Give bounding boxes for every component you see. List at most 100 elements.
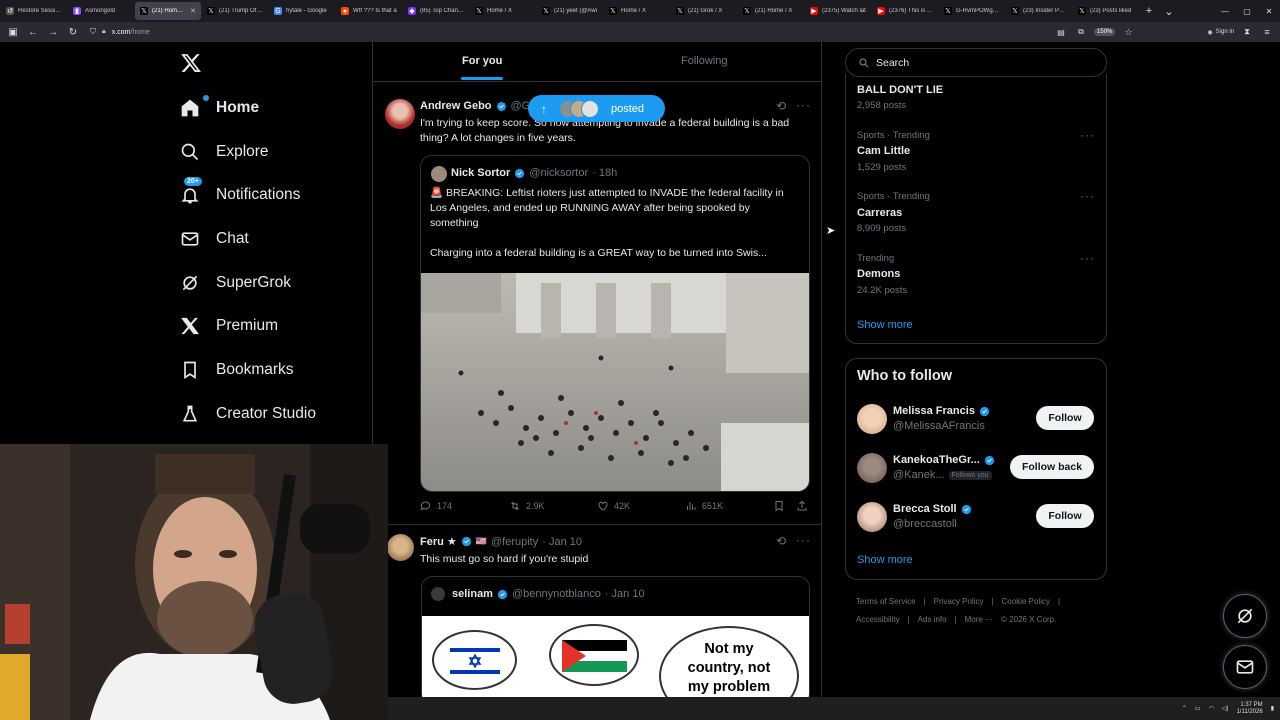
sidebar-item-chat[interactable]: Chat (180, 229, 249, 249)
footer-link[interactable]: Terms of Service (856, 597, 916, 606)
follow-suggestion-name[interactable]: Melissa Francis (893, 405, 990, 417)
trend-name[interactable]: Carreras (857, 207, 902, 219)
reader-icon[interactable]: ▤ (1054, 28, 1068, 37)
quote-media-image[interactable] (421, 273, 810, 492)
network-icon[interactable]: ▭ (1195, 705, 1201, 712)
grok-icon[interactable]: ⟲ (776, 534, 786, 548)
quote-author-handle[interactable]: @bennynotblanco (512, 588, 601, 600)
share-button[interactable] (796, 500, 808, 512)
minimize-icon[interactable]: — (1214, 7, 1236, 16)
quote-author-handle[interactable]: @nicksortor (529, 167, 588, 179)
reload-icon[interactable]: ↻ (66, 27, 80, 38)
close-tab-icon[interactable]: ✕ (190, 7, 196, 15)
tab-4[interactable]: Ghytale - Google (269, 2, 335, 20)
follow-button[interactable]: Follow (1036, 504, 1094, 528)
sidebar-item-bookmarks[interactable]: Bookmarks (180, 360, 294, 380)
reply-button[interactable]: 174 (420, 500, 452, 512)
menu-icon[interactable]: ≡ (1260, 27, 1274, 37)
tab-following[interactable]: Following (681, 55, 727, 67)
tab-5[interactable]: ● Wtf ??? Is that a (336, 2, 402, 20)
sidebar-item-explore[interactable]: Explore (180, 142, 269, 162)
quote-author-name[interactable]: Nick Sortor (451, 167, 510, 179)
search-input[interactable]: Search (845, 48, 1107, 77)
quote-author-name[interactable]: selinam (452, 588, 493, 600)
new-posts-pill[interactable]: ↑ posted (528, 95, 665, 122)
tab-16[interactable]: 𝕏 (23) Posts liked (1073, 2, 1139, 20)
trend-name[interactable]: Cam Little (857, 145, 910, 157)
avatar[interactable] (857, 453, 887, 483)
sidebar-item-supergrok[interactable]: SuperGrok (180, 273, 291, 293)
follow-show-more[interactable]: Show more (857, 554, 913, 566)
trend-name[interactable]: BALL DON'T LIE (857, 84, 943, 96)
quote-tweet[interactable]: selinam @bennynotblanco · Jan 10 Not my … (421, 576, 810, 706)
grok-float-button[interactable] (1223, 594, 1267, 638)
quote-timestamp[interactable]: · Jan 10 (605, 588, 645, 600)
follow-back-button[interactable]: Follow back (1010, 455, 1094, 479)
tweet-author-handle[interactable]: @ferupity (491, 536, 538, 548)
footer-link[interactable]: Privacy Policy (934, 597, 984, 606)
back-icon[interactable]: ← (26, 27, 40, 38)
forward-icon[interactable]: → (46, 27, 60, 38)
avatar[interactable] (431, 587, 445, 601)
tab-7[interactable]: 𝕏 Home / X (470, 2, 536, 20)
more-icon[interactable]: ··· (796, 98, 811, 112)
wifi-icon[interactable]: ◠ (1209, 705, 1214, 712)
tab-6[interactable]: ◆ (85) Top Channe (403, 2, 469, 20)
maximize-icon[interactable]: ▢ (1236, 7, 1258, 16)
quote-timestamp[interactable]: · 18h (592, 167, 617, 179)
avatar[interactable] (857, 502, 887, 532)
repost-button[interactable]: 2.9K (509, 500, 545, 512)
follow-suggestion-name[interactable]: KanekoaTheGr... (893, 454, 995, 466)
clock[interactable]: 1:37 PM 1/11/2026 (1236, 702, 1262, 716)
follow-suggestion-name[interactable]: Brecca Stoll (893, 503, 972, 515)
tweet-author-name[interactable]: Andrew Gebo (420, 100, 492, 112)
avatar[interactable] (387, 534, 414, 561)
footer-link[interactable]: © 2026 X Corp. (1001, 615, 1056, 624)
quote-tweet[interactable]: Nick Sortor @nicksortor · 18h 🚨 BREAKING… (420, 155, 810, 492)
tab-13[interactable]: ▶ (2376) This is Hy (872, 2, 938, 20)
sidebar-item-home[interactable]: Home (180, 95, 259, 118)
close-window-icon[interactable]: ✕ (1258, 7, 1280, 16)
tweet-timestamp[interactable]: · Jan 10 (542, 536, 582, 548)
follow-button[interactable]: Follow (1036, 406, 1094, 430)
tab-2[interactable]: 𝕏 (21) Home / X ✕ (135, 2, 201, 20)
quote-author[interactable]: Nick Sortor @nicksortor · 18h (451, 167, 617, 179)
sidebar-item-premium[interactable]: Premium (180, 316, 278, 336)
footer-link[interactable]: Ads info (918, 615, 947, 624)
tweet-author-name[interactable]: Feru ★ (420, 535, 457, 548)
tab-14[interactable]: 𝕏 G-RvmPOWgAA (939, 2, 1005, 20)
trend-name[interactable]: Demons (857, 268, 900, 280)
zoom-level[interactable]: 150% (1094, 28, 1116, 36)
grok-icon[interactable]: ⟲ (776, 99, 786, 113)
more-icon[interactable]: ··· (796, 533, 811, 547)
notification-icon[interactable]: ▮ (1271, 705, 1274, 712)
footer-link[interactable]: More ··· (965, 615, 993, 624)
quote-author[interactable]: selinam @bennynotblanco · Jan 10 (452, 588, 645, 600)
sign-in-button[interactable]: ◉ Sign in (1207, 29, 1234, 36)
tab-8[interactable]: 𝕏 (21) yeet (@Awi (537, 2, 603, 20)
quote-media-image[interactable]: Not my country, not my problem (422, 616, 809, 705)
tab-10[interactable]: 𝕏 (21) Grok / X (671, 2, 737, 20)
more-icon[interactable]: ··· (1080, 128, 1095, 142)
tab-3[interactable]: 𝕏 (21) Trump Offer (202, 2, 268, 20)
tab-11[interactable]: 𝕏 (21) Home / X (738, 2, 804, 20)
tab-0[interactable]: ↺ Restore Session (1, 2, 67, 20)
bookmark-button[interactable] (773, 500, 785, 512)
avatar[interactable] (385, 99, 415, 129)
footer-link[interactable]: Accessibility (856, 615, 900, 624)
more-icon[interactable]: ··· (1080, 189, 1095, 203)
screenshot-icon[interactable]: ⧉ (1074, 27, 1088, 37)
avatar[interactable] (857, 404, 887, 434)
tab-12[interactable]: ▶ (2375) Watch lat (805, 2, 871, 20)
sidebar-toggle-icon[interactable]: ▣ (6, 27, 20, 38)
more-icon[interactable]: ··· (1080, 251, 1095, 265)
tweet-author[interactable]: Feru ★ 🇺🇸 @ferupity · Jan 10 (420, 535, 582, 549)
tray-chevron-icon[interactable]: ⌃ (1182, 705, 1187, 712)
sidebar-item-notifications[interactable]: 20+ Notifications (180, 177, 300, 205)
views-button[interactable]: 651K (685, 500, 723, 512)
tab-1[interactable]: ▮ Asmongold (68, 2, 134, 20)
sidebar-item-creator-studio[interactable]: Creator Studio (180, 404, 316, 424)
tab-15[interactable]: 𝕏 (23) Insider Pape (1006, 2, 1072, 20)
tweet-author[interactable]: Andrew Gebo @G (420, 100, 530, 112)
messages-float-button[interactable] (1223, 645, 1267, 689)
